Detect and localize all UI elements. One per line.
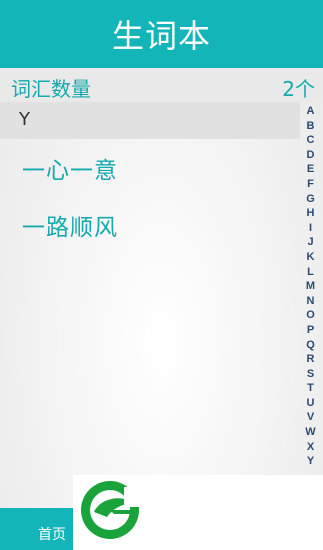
index-letter-d[interactable]: D [307,148,315,163]
index-letter-w[interactable]: W [305,425,315,440]
index-letter-t[interactable]: T [307,381,314,396]
home-button-label: 首页 [38,527,66,543]
alphabet-index-bar[interactable]: A B C D E F G H I J K L M N O P Q R S T … [300,104,321,469]
index-letter-x[interactable]: X [307,440,314,455]
index-letter-e[interactable]: E [307,162,314,177]
index-letter-h[interactable]: H [307,206,315,221]
vocab-count-value: 2个 [282,77,315,101]
index-letter-p[interactable]: P [307,323,314,338]
index-letter-n[interactable]: N [307,294,315,309]
page-title: 生词本 [111,17,211,55]
title-bar: 生词本 [0,0,323,68]
index-letter-l[interactable]: L [307,265,314,280]
index-letter-j[interactable]: J [307,235,313,250]
index-letter-v[interactable]: V [307,410,314,425]
index-letter-r[interactable]: R [307,352,315,367]
section-header-y: Y [0,102,300,139]
index-letter-c[interactable]: C [307,133,315,148]
word-item[interactable]: 一路顺风 [22,208,118,242]
index-letter-i[interactable]: I [309,221,312,236]
ad-banner[interactable] [73,475,323,550]
home-button[interactable]: 首页 [0,508,73,550]
index-letter-b[interactable]: B [307,119,315,134]
index-letter-u[interactable]: U [307,396,315,411]
index-letter-y[interactable]: Y [307,454,314,469]
index-letter-m[interactable]: M [306,279,315,294]
green-leaf-g-logo-icon [81,481,140,539]
index-letter-a[interactable]: A [307,104,315,119]
index-letter-f[interactable]: F [307,177,314,192]
vocab-count-label: 词汇数量 [11,77,91,101]
index-letter-k[interactable]: K [307,250,315,265]
index-letter-s[interactable]: S [307,367,314,382]
index-letter-g[interactable]: G [306,192,315,207]
section-letter: Y [19,109,30,130]
index-letter-q[interactable]: Q [306,338,315,353]
vocab-count-bar: 词汇数量 2个 [0,68,323,102]
word-item[interactable]: 一心一意 [22,151,118,185]
index-letter-o[interactable]: O [306,308,315,323]
